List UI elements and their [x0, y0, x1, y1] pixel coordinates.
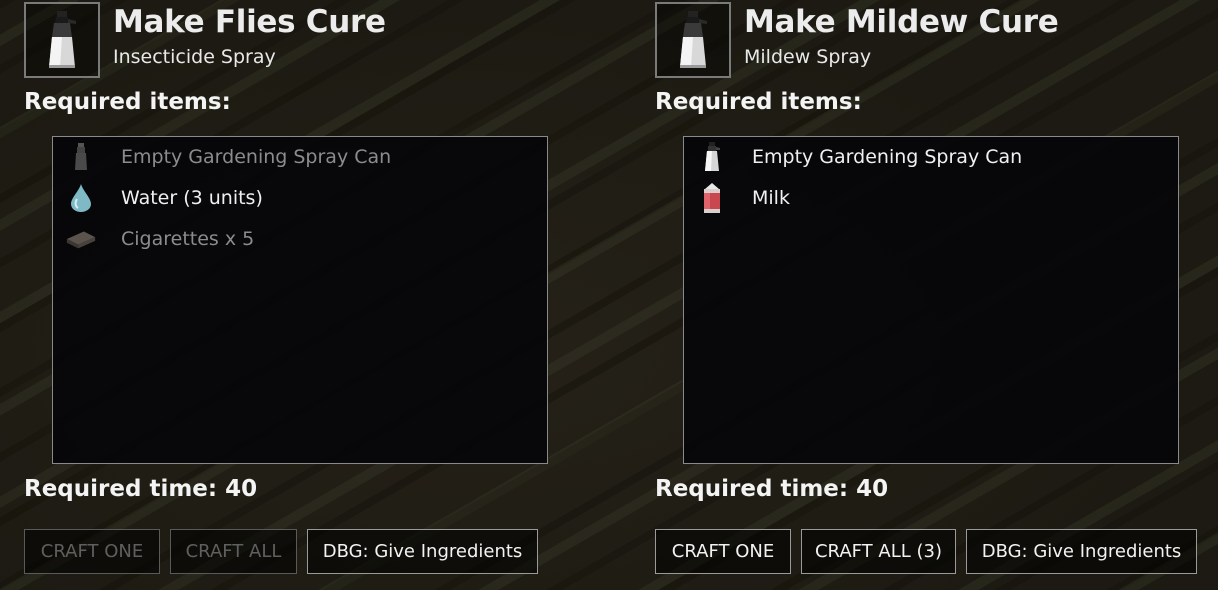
recipe-panel-flies-cure: Make Flies Cure Insecticide Spray Requir… — [24, 0, 584, 590]
required-items-list[interactable]: Empty Gardening Spray Can Water (3 units… — [52, 136, 548, 464]
spray-can-icon — [65, 141, 97, 173]
list-item[interactable]: Empty Gardening Spray Can — [696, 139, 1022, 175]
recipe-title: Make Flies Cure — [113, 4, 386, 40]
list-item[interactable]: Empty Gardening Spray Can — [65, 139, 391, 175]
water-drop-icon — [65, 182, 97, 214]
give-ingredients-button[interactable]: DBG: Give Ingredients — [307, 529, 538, 574]
recipe-panel-mildew-cure: Make Mildew Cure Mildew Spray Required i… — [655, 0, 1215, 590]
item-label: Water (3 units) — [121, 187, 263, 209]
item-label: Milk — [752, 187, 790, 209]
item-label: Empty Gardening Spray Can — [121, 146, 392, 168]
spray-can-icon — [655, 2, 731, 78]
required-time: Required time: 40 — [655, 476, 888, 502]
item-label: Empty Gardening Spray Can — [752, 146, 1023, 168]
required-time-label: Required time: — [24, 476, 218, 502]
milk-carton-icon — [696, 182, 728, 214]
recipe-result-name: Mildew Spray — [744, 46, 872, 68]
spray-can-icon — [24, 2, 100, 78]
recipe-title: Make Mildew Cure — [744, 4, 1059, 40]
craft-all-button[interactable]: CRAFT ALL — [170, 529, 297, 574]
list-item[interactable]: Water (3 units) — [65, 180, 263, 216]
required-time-label: Required time: — [655, 476, 849, 502]
required-items-heading: Required items: — [655, 89, 862, 115]
craft-one-button[interactable]: CRAFT ONE — [24, 529, 160, 574]
craft-one-button[interactable]: CRAFT ONE — [655, 529, 791, 574]
cigarettes-icon — [65, 223, 97, 255]
list-item[interactable]: Cigarettes x 5 — [65, 221, 254, 257]
required-time-value: 40 — [856, 476, 889, 502]
recipe-result-name: Insecticide Spray — [113, 46, 276, 68]
list-item[interactable]: Milk — [696, 180, 790, 216]
spray-can-icon — [696, 141, 728, 173]
item-label: Cigarettes x 5 — [121, 228, 255, 250]
craft-all-button[interactable]: CRAFT ALL (3) — [801, 529, 956, 574]
required-items-heading: Required items: — [24, 89, 231, 115]
required-time: Required time: 40 — [24, 476, 257, 502]
required-items-list[interactable]: Empty Gardening Spray Can Milk — [683, 136, 1179, 464]
give-ingredients-button[interactable]: DBG: Give Ingredients — [966, 529, 1197, 574]
required-time-value: 40 — [225, 476, 258, 502]
